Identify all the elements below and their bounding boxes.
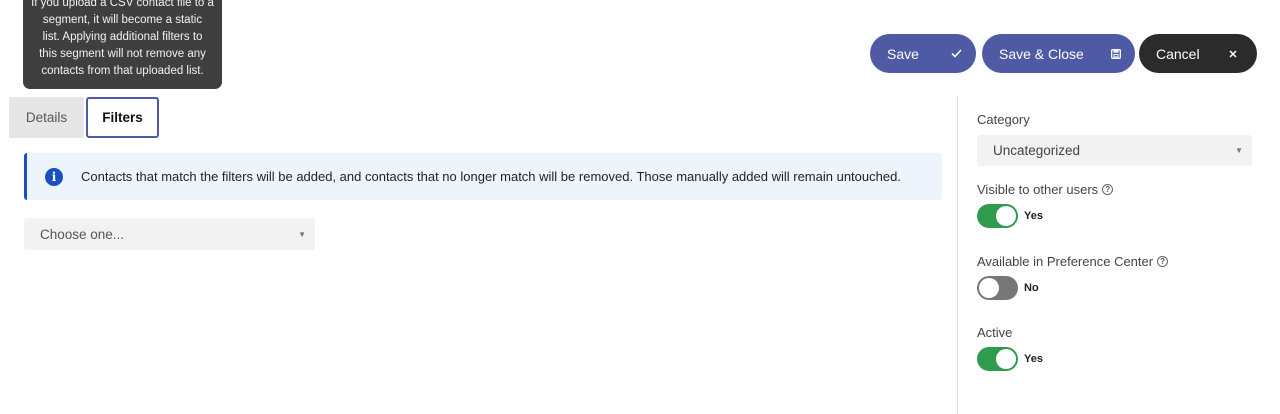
save-button[interactable]: Save bbox=[870, 34, 976, 73]
visible-toggle-state: Yes bbox=[1024, 210, 1043, 222]
info-icon: i bbox=[45, 167, 63, 186]
filter-select[interactable]: Choose one... ▼ bbox=[24, 218, 315, 250]
tooltip-line: segment, it will become a static bbox=[42, 14, 203, 26]
active-toggle-state: Yes bbox=[1024, 353, 1043, 365]
tooltip-line: this segment will not remove any bbox=[39, 48, 206, 60]
preference-center-label: Available in Preference Center ? bbox=[977, 254, 1169, 269]
help-icon[interactable]: ? bbox=[1157, 256, 1169, 267]
preference-center-label-text: Available in Preference Center bbox=[977, 254, 1154, 269]
panel-divider bbox=[957, 97, 958, 414]
category-select[interactable]: Uncategorized ▼ bbox=[977, 135, 1252, 166]
info-banner: i Contacts that match the filters will b… bbox=[24, 153, 942, 200]
active-label-text: Active bbox=[977, 325, 1013, 340]
preference-center-toggle[interactable] bbox=[977, 276, 1018, 300]
upload-csv-tooltip: If you upload a CSV contact file to a se… bbox=[23, 0, 222, 96]
save-button-label: Save bbox=[887, 45, 919, 62]
visible-label-text: Visible to other users bbox=[977, 182, 1099, 197]
category-select-value: Uncategorized bbox=[993, 143, 1081, 158]
preference-center-toggle-state: No bbox=[1024, 282, 1039, 294]
close-icon bbox=[1229, 34, 1237, 73]
info-text: Contacts that match the filters will be … bbox=[81, 169, 901, 184]
visible-toggle[interactable] bbox=[977, 204, 1018, 228]
visible-label: Visible to other users ? bbox=[977, 182, 1114, 197]
save-close-button[interactable]: Save & Close bbox=[982, 34, 1135, 73]
toggle-knob bbox=[979, 278, 999, 298]
tooltip-line: contacts from that uploaded list. bbox=[41, 65, 204, 77]
filter-select-value: Choose one... bbox=[40, 226, 125, 242]
tooltip-line: If you upload a CSV contact file to a bbox=[31, 0, 214, 9]
category-label: Category bbox=[977, 112, 1030, 127]
floppy-disk-icon bbox=[1111, 34, 1121, 73]
tooltip-line: list. Applying additional filters to bbox=[42, 31, 203, 43]
toggle-knob bbox=[996, 349, 1016, 369]
check-icon bbox=[951, 34, 962, 73]
tab-details-label: Details bbox=[25, 110, 68, 125]
active-toggle[interactable] bbox=[977, 347, 1018, 371]
toggle-knob bbox=[996, 206, 1016, 226]
category-label-text: Category bbox=[977, 112, 1030, 127]
tab-filters-label: Filters bbox=[102, 110, 143, 125]
save-close-button-label: Save & Close bbox=[999, 45, 1084, 62]
caret-down-icon: ▼ bbox=[298, 229, 306, 239]
help-icon[interactable]: ? bbox=[1102, 184, 1114, 195]
active-label: Active bbox=[977, 325, 1012, 340]
cancel-button[interactable]: Cancel bbox=[1139, 34, 1257, 73]
cancel-button-label: Cancel bbox=[1156, 45, 1200, 62]
tooltip-body: If you upload a CSV contact file to a se… bbox=[23, 0, 222, 89]
tab-details[interactable]: Details bbox=[9, 97, 84, 138]
tab-filters[interactable]: Filters bbox=[86, 97, 159, 138]
caret-down-icon: ▼ bbox=[1235, 146, 1243, 155]
